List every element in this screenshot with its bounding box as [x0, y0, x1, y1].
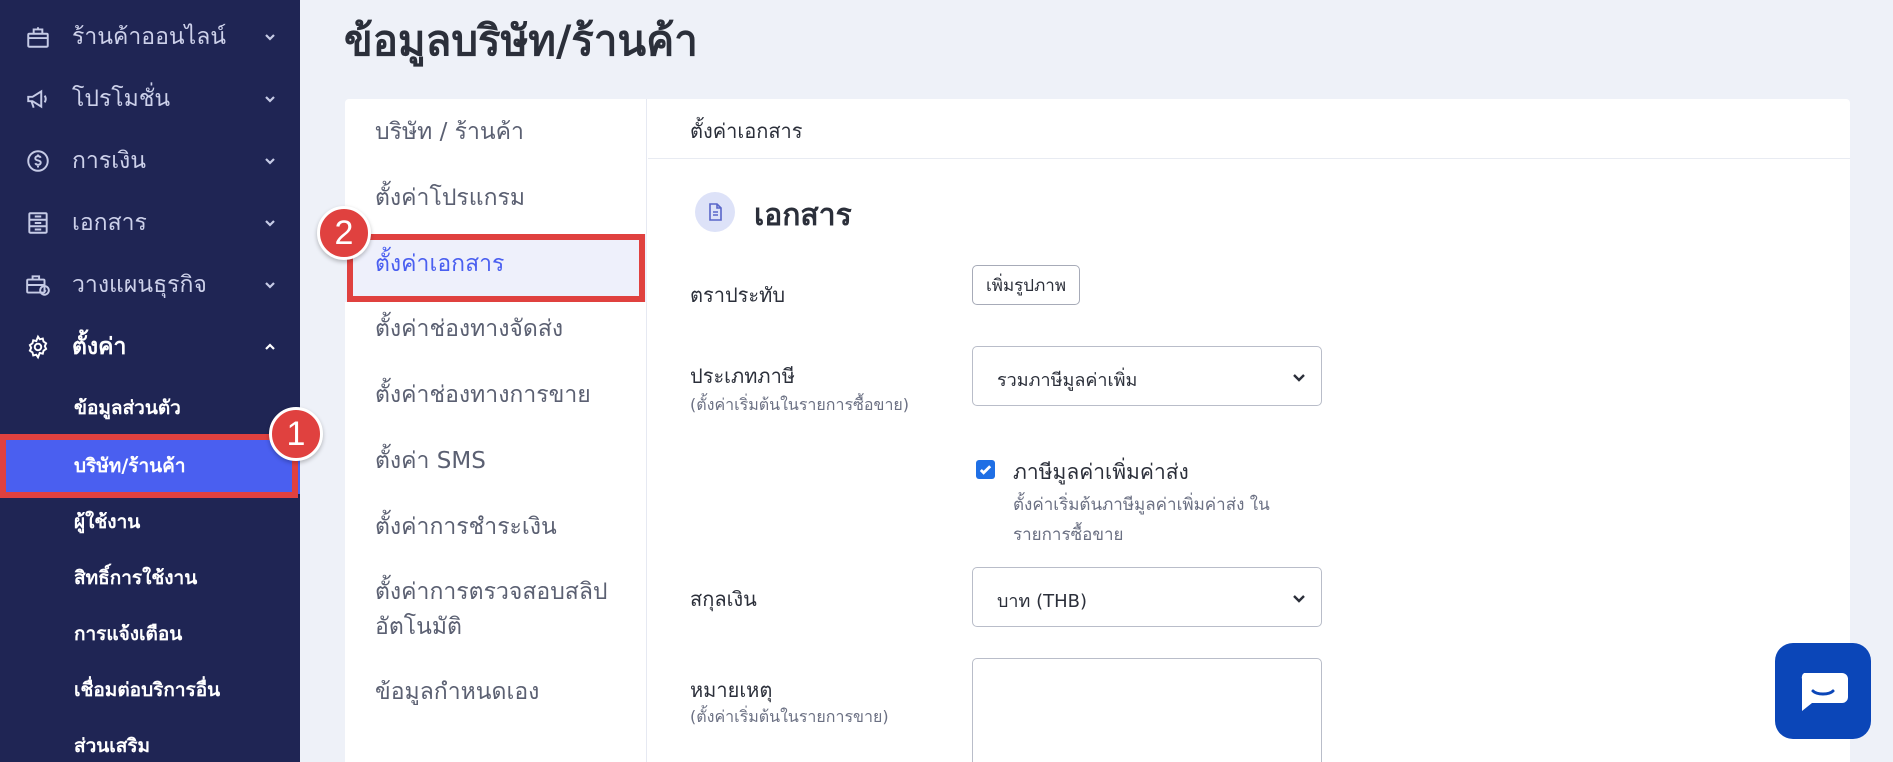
note-hint: (ตั้งค่าเริ่มต้นในรายการขาย) [690, 707, 889, 726]
file-text-icon [695, 192, 735, 232]
sidebar-subitem-label: สิทธิ์การใช้งาน [74, 567, 198, 589]
vat-shipping-hint-line2: รายการซื้อขาย [1013, 525, 1124, 545]
settings-nav-documents[interactable]: ตั้งค่าเอกสาร [345, 234, 647, 302]
chevron-down-icon [1291, 590, 1307, 606]
gear-icon [24, 333, 52, 361]
sidebar-item-label: การเงิน [72, 148, 147, 174]
callout-badge-1: 1 [269, 407, 323, 461]
vat-shipping-checkbox[interactable] [976, 460, 995, 479]
settings-nav-program[interactable]: ตั้งค่าโปรแกรม [345, 181, 647, 215]
sidebar-item-label: เอกสาร [72, 210, 147, 236]
sidebar-subitem-permissions[interactable]: สิทธิ์การใช้งาน [0, 550, 300, 606]
sidebar: ร้านค้าออนไลน์ โปรโมชั่น การเงิน เอกสาร … [0, 0, 300, 762]
check-icon [979, 465, 992, 475]
settings-nav-shipping[interactable]: ตั้งค่าช่องทางจัดส่ง [345, 312, 647, 346]
sidebar-subitem-profile[interactable]: ข้อมูลส่วนตัว [0, 380, 300, 436]
sidebar-subitem-label: บริษัท/ร้านค้า [74, 455, 186, 477]
settings-nav-custom-data[interactable]: ข้อมูลกำหนดเอง [345, 675, 647, 709]
sidebar-subitem-company[interactable]: บริษัท/ร้านค้า [0, 438, 300, 494]
chat-bubble-icon [1801, 673, 1848, 711]
chevron-down-icon [262, 277, 278, 293]
sidebar-item-documents[interactable]: เอกสาร [0, 192, 300, 254]
tax-type-select-value: รวมภาษีมูลค่าเพิ่ม [997, 370, 1138, 391]
content-header-title: ตั้งค่าเอกสาร [690, 119, 803, 143]
note-textarea[interactable] [972, 658, 1322, 762]
sidebar-subitem-label: การแจ้งเตือน [74, 623, 183, 645]
briefcase-clock-icon [24, 271, 52, 299]
sidebar-item-promotion[interactable]: โปรโมชั่น [0, 68, 300, 130]
chevron-down-icon [1291, 369, 1307, 385]
content-header: ตั้งค่าเอกสาร [648, 99, 1850, 159]
vat-shipping-hint: ตั้งค่าเริ่มต้นภาษีมูลค่าเพิ่มค่าส่ง ใน [1013, 495, 1270, 515]
chat-button[interactable] [1775, 643, 1871, 739]
megaphone-icon [24, 85, 52, 113]
store-icon [24, 23, 52, 51]
sidebar-subitem-label: ส่วนเสริม [74, 735, 151, 757]
currency-select[interactable]: บาท (THB) [972, 567, 1322, 627]
sidebar-item-label: วางแผนธุรกิจ [72, 272, 207, 298]
chevron-down-icon [262, 91, 278, 107]
tax-type-select[interactable]: รวมภาษีมูลค่าเพิ่ม [972, 346, 1322, 406]
settings-nav: บริษัท / ร้านค้า ตั้งค่าโปรแกรม ตั้งค่าเ… [345, 99, 647, 762]
callout-badge-2: 2 [317, 206, 371, 260]
settings-nav-slip-check-line2[interactable]: อัตโนมัติ [345, 610, 647, 644]
sidebar-subitem-users[interactable]: ผู้ใช้งาน [0, 494, 300, 550]
sidebar-subitem-label: เชื่อมต่อบริการอื่น [74, 679, 221, 701]
sidebar-subitem-notifications[interactable]: การแจ้งเตือน [0, 606, 300, 662]
currency-select-value: บาท (THB) [997, 591, 1088, 612]
sidebar-subitem-integrations[interactable]: เชื่อมต่อบริการอื่น [0, 662, 300, 718]
sidebar-item-label: ตั้งค่า [72, 334, 127, 360]
chevron-up-icon [262, 339, 278, 355]
chevron-down-icon [262, 29, 278, 45]
section-title: เอกสาร [754, 198, 852, 233]
tax-type-hint: (ตั้งค่าเริ่มต้นในรายการซื้อขาย) [690, 395, 910, 414]
sidebar-item-online-store[interactable]: ร้านค้าออนไลน์ [0, 6, 300, 68]
settings-nav-company[interactable]: บริษัท / ร้านค้า [345, 115, 647, 149]
sidebar-subitem-addons[interactable]: ส่วนเสริม [0, 718, 300, 762]
sidebar-item-label: ร้านค้าออนไลน์ [72, 24, 227, 50]
chevron-down-icon [262, 215, 278, 231]
sidebar-item-settings[interactable]: ตั้งค่า [0, 316, 300, 378]
settings-nav-sms[interactable]: ตั้งค่า SMS [345, 444, 647, 478]
document-icon [24, 209, 52, 237]
sidebar-subitem-label: ผู้ใช้งาน [74, 511, 141, 533]
settings-nav-slip-check[interactable]: ตั้งค่าการตรวจสอบสลิป [345, 575, 647, 609]
note-label: หมายเหตุ [690, 678, 773, 702]
add-image-button[interactable]: เพิ่มรูปภาพ [972, 265, 1080, 305]
tax-type-label: ประเภทภาษี [690, 364, 795, 388]
vat-shipping-label: ภาษีมูลค่าเพิ่มค่าส่ง [1013, 460, 1189, 484]
page-title: ข้อมูลบริษัท/ร้านค้า [344, 16, 698, 65]
settings-nav-payment[interactable]: ตั้งค่าการชำระเงิน [345, 510, 647, 544]
stamp-label: ตราประทับ [690, 283, 786, 307]
currency-label: สกุลเงิน [690, 587, 757, 611]
chevron-down-icon [262, 153, 278, 169]
dollar-circle-icon [24, 147, 52, 175]
sidebar-item-label: โปรโมชั่น [72, 86, 171, 112]
settings-nav-sales-channel[interactable]: ตั้งค่าช่องทางการขาย [345, 378, 647, 412]
sidebar-item-finance[interactable]: การเงิน [0, 130, 300, 192]
sidebar-subitem-label: ข้อมูลส่วนตัว [74, 397, 181, 419]
sidebar-item-business-plan[interactable]: วางแผนธุรกิจ [0, 254, 300, 316]
